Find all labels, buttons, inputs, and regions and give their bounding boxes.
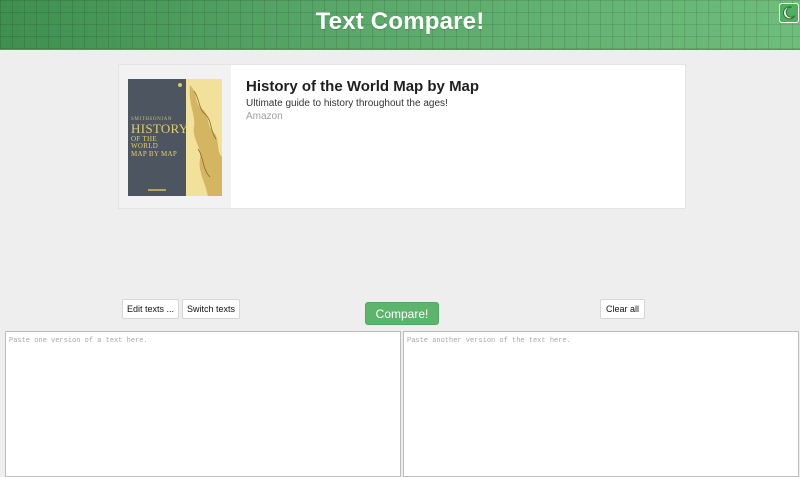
compare-button[interactable]: Compare! bbox=[365, 302, 439, 325]
clear-all-button[interactable]: Clear all bbox=[600, 299, 645, 319]
left-text-input[interactable] bbox=[5, 331, 401, 477]
switch-texts-button[interactable]: Switch texts bbox=[182, 299, 240, 319]
ad-title[interactable]: History of the World Map by Map bbox=[246, 78, 673, 95]
book-cover-line3: OF THE WORLD bbox=[131, 134, 159, 151]
right-text-input[interactable] bbox=[403, 331, 799, 477]
theme-toggle-button[interactable] bbox=[779, 3, 799, 23]
ad-card[interactable]: SMITHSONIAN HISTORY OF THE WORLD MAP BY … bbox=[118, 64, 686, 209]
publisher-mark bbox=[148, 189, 166, 191]
book-cover-image: SMITHSONIAN HISTORY OF THE WORLD MAP BY … bbox=[128, 79, 222, 196]
ad-thumbnail[interactable]: SMITHSONIAN HISTORY OF THE WORLD MAP BY … bbox=[119, 65, 231, 208]
app-header: Text Compare! bbox=[0, 0, 800, 50]
book-cover-text: SMITHSONIAN HISTORY OF THE WORLD MAP BY … bbox=[128, 79, 189, 196]
edit-texts-button[interactable]: Edit texts ... bbox=[122, 299, 179, 319]
moon-icon bbox=[783, 6, 796, 20]
ad-description: Ultimate guide to history throughout the… bbox=[246, 98, 448, 109]
ad-text-block: History of the World Map by Map Ultimate… bbox=[246, 78, 673, 122]
ad-source: Amazon bbox=[246, 111, 283, 122]
app-title: Text Compare! bbox=[315, 8, 485, 35]
book-cover-line2: HISTORY bbox=[131, 121, 189, 137]
book-cover-line4: MAP BY MAP bbox=[131, 149, 178, 158]
